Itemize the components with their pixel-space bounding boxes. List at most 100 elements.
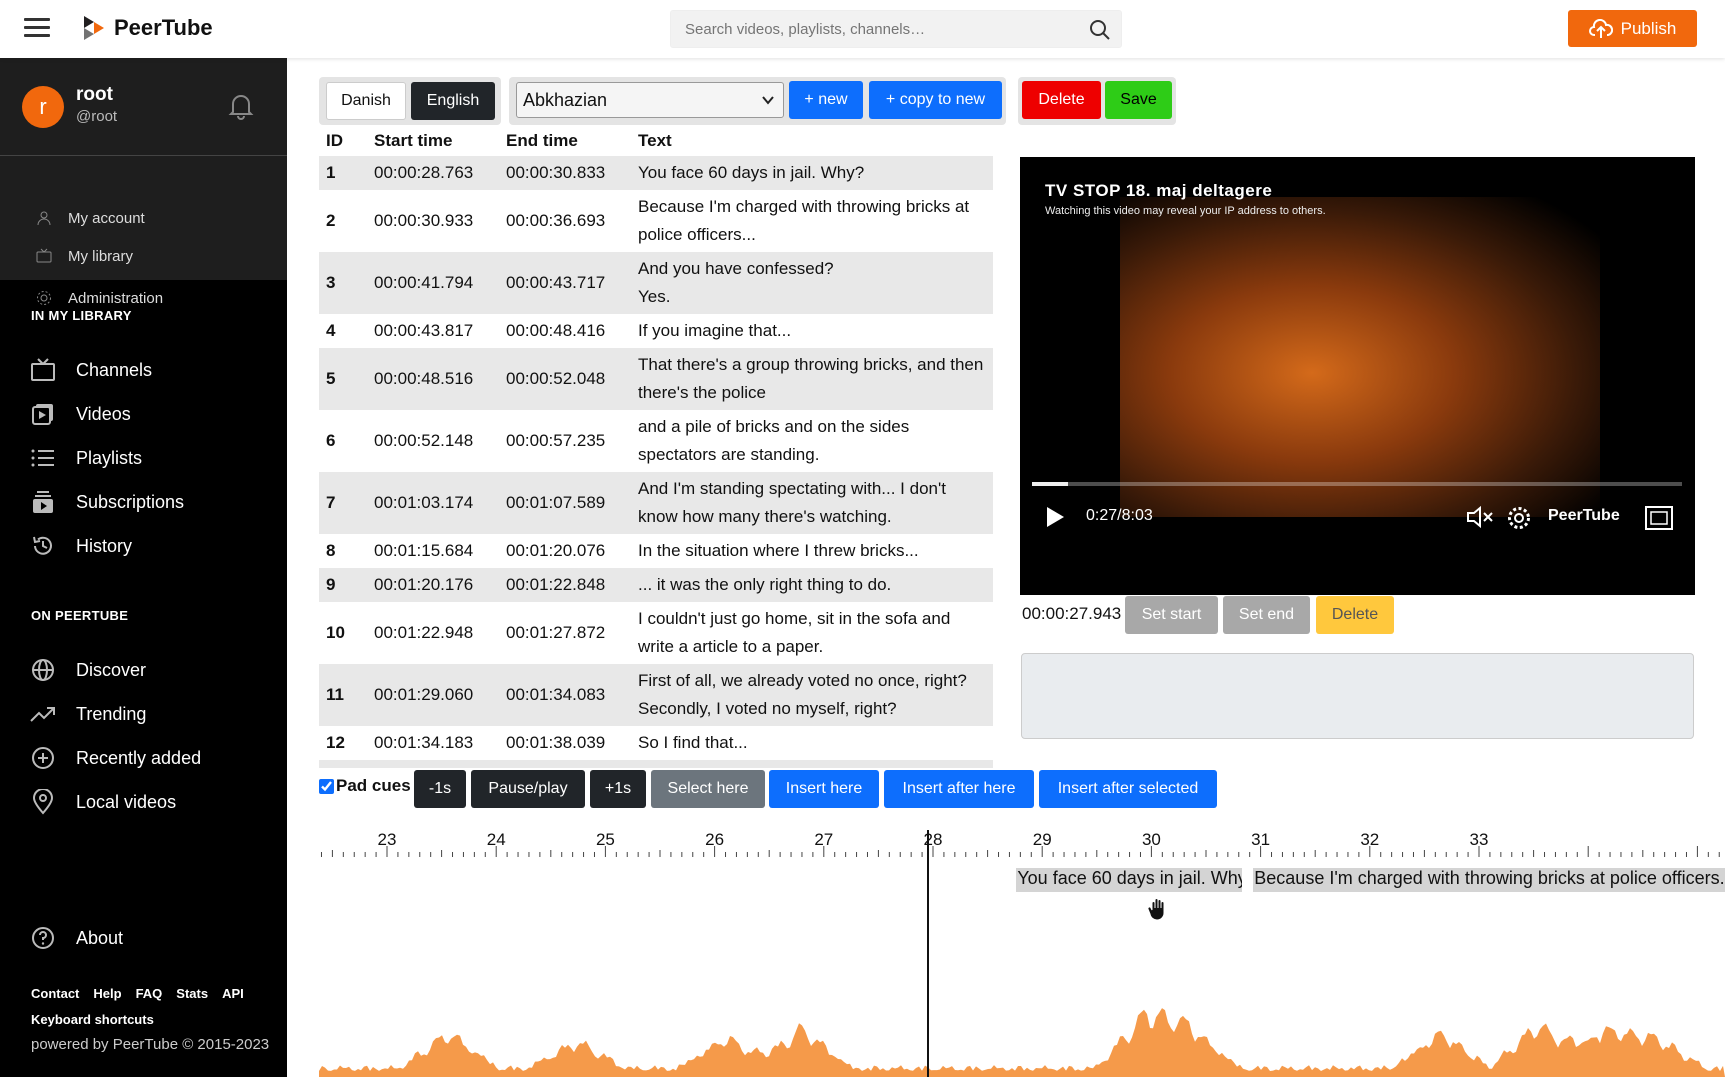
notifications-bell-icon[interactable] <box>228 92 254 120</box>
cue-end-cell: 00:01:27.872 <box>506 623 606 642</box>
fullscreen-icon[interactable] <box>1644 505 1674 531</box>
user-handle: @root <box>76 108 118 125</box>
sidebar-item-playlists[interactable]: Playlists <box>30 438 142 478</box>
cue-end-cell: 00:00:57.235 <box>506 431 606 450</box>
cue-start-cell: 00:01:20.176 <box>367 568 499 602</box>
table-row[interactable]: 12 00:01:34.183 00:01:38.039 So I find that… <box>319 726 993 760</box>
table-row[interactable]: 1 00:00:28.763 00:00:30.833 You face 60 day… <box>319 156 993 190</box>
cue-end-cell: 00:01:20.076 <box>506 541 606 560</box>
search-icon[interactable] <box>1089 19 1111 41</box>
sidebar-item-recently-added[interactable]: Recently added <box>30 738 201 778</box>
footer-link-stats[interactable]: Stats <box>176 986 208 1001</box>
sidebar-item-label: Trending <box>76 703 147 724</box>
user-block: r root @root My account My library <box>0 58 287 280</box>
section-title-on-peertube: ON PEERTUBE <box>31 608 129 623</box>
sidebar-item-discover[interactable]: Discover <box>30 650 146 690</box>
cue-id-cell: 2 <box>326 211 336 230</box>
menu-icon[interactable] <box>24 18 50 38</box>
progress-bar[interactable] <box>1032 482 1682 486</box>
user-separator <box>0 155 287 156</box>
footer-link-keyboard-shortcuts[interactable]: Keyboard shortcuts <box>31 1012 154 1027</box>
search-input[interactable] <box>671 11 1071 47</box>
sidebar-item-history[interactable]: History <box>30 526 132 566</box>
cue-text-input[interactable] <box>1021 653 1694 739</box>
pause-play-button[interactable]: Pause/play <box>471 770 585 808</box>
insert-after-here-button[interactable]: Insert after here <box>884 770 1034 808</box>
new-track-button[interactable]: + new <box>789 81 863 119</box>
cue-start-cell: 00:00:28.763 <box>367 156 499 190</box>
tab-language-danish[interactable]: Danish <box>326 82 406 120</box>
peertube-logo[interactable]: PeerTube <box>82 14 213 42</box>
table-row[interactable]: 5 00:00:48.516 00:00:52.048 That there's a … <box>319 348 993 410</box>
insert-after-selected-button[interactable]: Insert after selected <box>1039 770 1217 808</box>
minus-1s-button[interactable]: -1s <box>414 770 466 808</box>
tab-language-english[interactable]: English <box>411 82 495 120</box>
sidebar-item-subscriptions[interactable]: Subscriptions <box>30 482 184 522</box>
pad-cues-input[interactable] <box>319 778 334 794</box>
timeline[interactable]: 23 24 25 26 27 28 29 30 31 32 33 You face 60 days … <box>319 826 1725 1077</box>
grab-hand-icon <box>1147 898 1165 921</box>
cue-end-cell: 00:01:22.848 <box>499 568 631 602</box>
save-button[interactable]: Save <box>1105 81 1172 119</box>
cue-id-cell: 6 <box>326 431 336 450</box>
timeline-cue[interactable]: You face 60 days in jail. Why? <box>1016 868 1243 892</box>
cue-id-cell: 13 <box>319 760 367 768</box>
play-icon[interactable] <box>1044 505 1066 529</box>
set-start-button[interactable]: Set start <box>1125 596 1218 634</box>
peertube-brand[interactable]: PeerTube <box>1548 507 1620 525</box>
table-row[interactable]: 6 00:00:52.148 00:00:57.235 and a pile of b… <box>319 410 993 472</box>
cue-id-cell: 4 <box>326 321 336 340</box>
pad-cues-label[interactable]: Pad cues <box>336 776 411 796</box>
cue-end-cell: 00:01:38.039 <box>506 733 606 752</box>
table-row[interactable]: 7 00:01:03.174 00:01:07.589 And I'm standin… <box>319 472 993 534</box>
table-row[interactable]: 9 00:01:20.176 00:01:22.848... it was the … <box>319 568 993 602</box>
table-row[interactable]: 8 00:01:15.684 00:01:20.076 In the situatio… <box>319 534 993 568</box>
cue-text-cell: ... the politicians, the whole power <box>631 760 993 768</box>
cue-start-cell: 00:01:29.060 <box>367 664 499 726</box>
table-row[interactable]: 10 00:01:22.948 00:01:27.872 I couldn't jus… <box>319 602 993 664</box>
footer-link-faq[interactable]: FAQ <box>136 986 163 1001</box>
user-name[interactable]: root <box>76 84 113 106</box>
language-select[interactable]: Abkhazian <box>516 82 784 118</box>
mute-icon[interactable] <box>1466 505 1496 529</box>
settings-gear-icon[interactable] <box>1506 505 1532 531</box>
sidebar-link-my-library[interactable]: My library <box>36 238 133 274</box>
table-row[interactable]: 1300:01:38.13900:01:42.136... the politi… <box>319 760 993 768</box>
sidebar-item-videos[interactable]: Videos <box>30 394 131 434</box>
delete-cue-button[interactable]: Delete <box>1316 596 1394 634</box>
insert-here-button[interactable]: Insert here <box>769 770 879 808</box>
sidebar-item-about[interactable]: About <box>30 918 123 958</box>
video-title[interactable]: TV STOP 18. maj deltagere <box>1045 181 1272 201</box>
set-end-button[interactable]: Set end <box>1223 596 1310 634</box>
cue-text-cell: In the situation where I threw bricks... <box>638 541 919 560</box>
plus-circle-icon <box>32 747 54 769</box>
sidebar-item-channels[interactable]: Channels <box>30 350 152 390</box>
copy-to-new-button[interactable]: + copy to new <box>869 81 1002 119</box>
timeline-cue[interactable]: Because I'm charged with throwing bricks… <box>1253 868 1725 892</box>
publish-button[interactable]: Publish <box>1568 10 1697 47</box>
table-row[interactable]: 2 00:00:30.933 00:00:36.693 Because I'm cha… <box>319 190 993 252</box>
avatar[interactable]: r <box>22 86 64 128</box>
ruler-tick-label: 25 <box>596 830 615 849</box>
timeline-playhead[interactable] <box>926 830 929 1077</box>
cue-end-cell: 00:00:52.048 <box>499 348 631 410</box>
ruler-tick-label: 26 <box>705 830 724 849</box>
playlists-icon <box>31 449 54 467</box>
history-icon <box>33 536 52 555</box>
sidebar-item-local-videos[interactable]: Local videos <box>30 782 176 822</box>
delete-track-button[interactable]: Delete <box>1022 81 1101 119</box>
plus-1s-button[interactable]: +1s <box>590 770 646 808</box>
table-row[interactable]: 11 00:01:29.060 00:01:34.083 First of all, … <box>319 664 993 726</box>
footer-link-help[interactable]: Help <box>93 986 121 1001</box>
footer-link-contact[interactable]: Contact <box>31 986 79 1001</box>
pad-cues-checkbox[interactable]: Pad cues <box>319 776 411 796</box>
table-row[interactable]: 3 00:00:41.794 00:00:43.717 And you have co… <box>319 252 993 314</box>
table-row[interactable]: 4 00:00:43.817 00:00:48.416 If you imagine … <box>319 314 993 348</box>
location-icon <box>32 789 54 815</box>
sidebar-item-trending[interactable]: Trending <box>30 694 146 734</box>
footer-link-api[interactable]: API <box>222 986 244 1001</box>
video-player[interactable]: TV STOP 18. maj deltagere Watching this … <box>1020 157 1695 595</box>
sidebar-item-label: Videos <box>76 403 131 424</box>
select-here-button[interactable]: Select here <box>651 770 765 808</box>
sidebar-link-my-account[interactable]: My account <box>36 200 145 236</box>
